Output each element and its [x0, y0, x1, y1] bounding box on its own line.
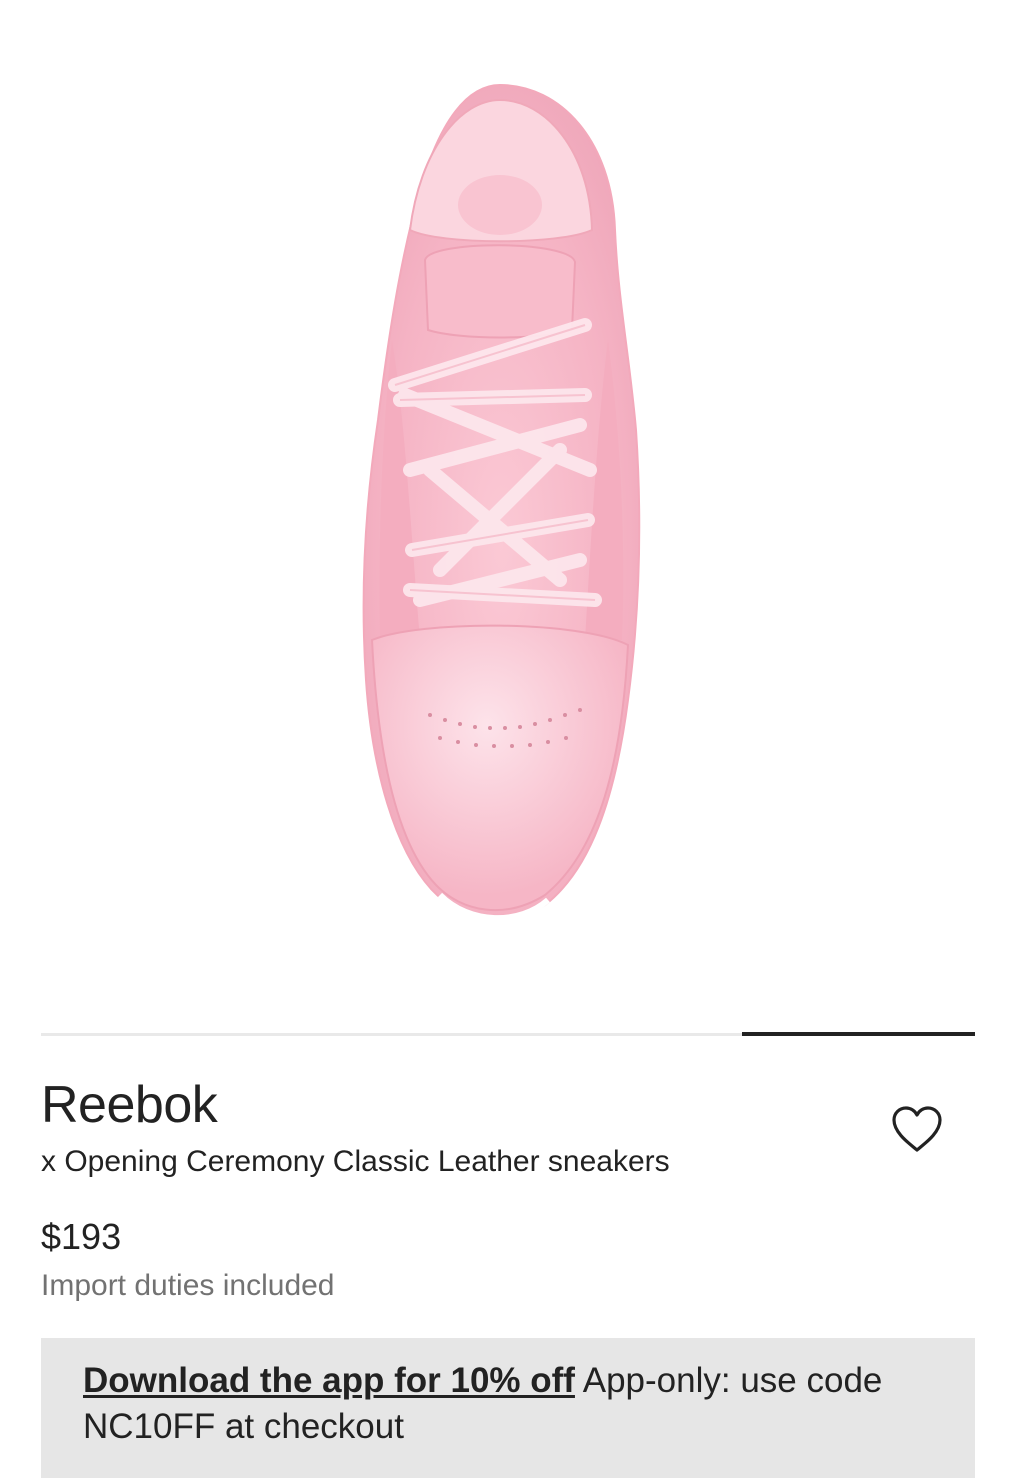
product-image-gallery[interactable]: [0, 0, 1017, 1010]
app-promo-banner: Download the app for 10% off App-only: u…: [41, 1338, 975, 1478]
gallery-progress-indicator: [741, 1032, 975, 1036]
product-brand[interactable]: Reebok: [41, 1074, 218, 1136]
product-image: [362, 83, 641, 922]
product-price: $193: [41, 1216, 122, 1257]
product-name: x Opening Ceremony Classic Leather sneak…: [41, 1145, 670, 1178]
gallery-progress-bar: [41, 1032, 975, 1036]
download-app-link[interactable]: Download the app for 10% off: [83, 1361, 575, 1400]
heart-outline-icon: [892, 1106, 942, 1152]
duties-note: Import duties included: [41, 1269, 335, 1302]
wishlist-button[interactable]: [884, 1096, 950, 1162]
